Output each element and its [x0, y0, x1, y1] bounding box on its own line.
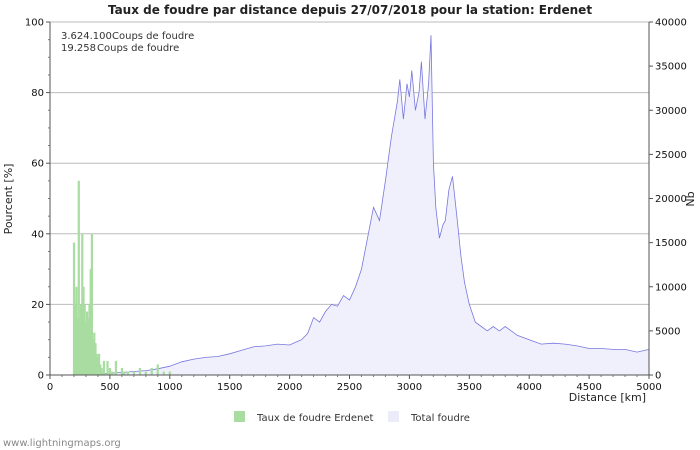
- bar: [106, 360, 109, 375]
- chart: 0 500 1000 1500 2000 2500 3000 3500 4000 4500 5000…: [2, 3, 697, 449]
- chart-title: Taux de foudre par distance depuis 27/07…: [108, 3, 592, 17]
- y2-tick-label: 20000: [655, 194, 687, 205]
- y2-tick-label: 40000: [655, 18, 687, 29]
- y2-tick-label: 25000: [655, 150, 687, 161]
- stat-total-label: Coups de foudre: [112, 31, 194, 42]
- y2-tick-label: 10000: [655, 282, 687, 293]
- y-ticks: 0 20 40 60 80 100: [25, 18, 50, 382]
- x-tick-label: 1000: [157, 382, 182, 393]
- legend-label-taux: Taux de foudre Erdenet: [256, 413, 373, 424]
- stat-total-value: 3.624.100: [61, 31, 112, 42]
- bar: [168, 371, 171, 375]
- total-foudre-area: [50, 35, 650, 376]
- y-tick-label: 60: [31, 159, 44, 170]
- y2-ticks: 0 5000 10000 15000 20000 25000 30000 35000 40000: [649, 18, 687, 382]
- stats-box: 3.624.100 Coups de foudre 19.258 Coups d…: [61, 31, 194, 54]
- y-tick-label: 20: [31, 300, 44, 311]
- x-tick-label: 2500: [337, 382, 362, 393]
- x-tick-label: 3000: [397, 382, 422, 393]
- bar: [111, 371, 114, 375]
- legend: Taux de foudre Erdenet Total foudre: [234, 411, 470, 424]
- bar: [150, 367, 153, 375]
- y-tick-label: 100: [25, 18, 44, 29]
- x-tick-label: 1500: [217, 382, 242, 393]
- stat-station-value: 19.258: [61, 43, 96, 54]
- x-tick-label: 0: [47, 382, 53, 393]
- y2-tick-label: 0: [655, 371, 661, 382]
- bar: [114, 360, 117, 375]
- y-tick-label: 80: [31, 88, 44, 99]
- y2-axis-label: Nb: [684, 191, 697, 206]
- legend-label-total: Total foudre: [410, 413, 470, 424]
- bar: [123, 371, 126, 375]
- bar: [132, 371, 135, 375]
- grid: [50, 21, 649, 305]
- bar: [156, 364, 159, 375]
- x-axis-label: Distance [km]: [569, 391, 646, 404]
- bar: [138, 367, 141, 375]
- bar: [120, 367, 123, 375]
- y-tick-label: 40: [31, 229, 44, 240]
- x-tick-label: 500: [100, 382, 119, 393]
- bar: [102, 360, 105, 375]
- y2-tick-label: 35000: [655, 62, 687, 73]
- y-tick-label: 0: [38, 371, 44, 382]
- bar: [126, 371, 129, 375]
- y-axis-label: Pourcent [%]: [2, 164, 15, 235]
- bar: [162, 371, 165, 375]
- legend-swatch-total: [388, 411, 399, 422]
- taux-bars: [72, 180, 171, 376]
- stat-station-label: Coups de foudre: [97, 43, 179, 54]
- footer-credit: www.lightningmaps.org: [3, 438, 121, 449]
- y2-tick-label: 5000: [655, 326, 680, 337]
- bar: [108, 367, 111, 375]
- total-foudre-fill: [50, 35, 649, 375]
- bar: [144, 371, 147, 375]
- x-tick-label: 3500: [457, 382, 482, 393]
- y2-tick-label: 30000: [655, 106, 687, 117]
- x-tick-label: 4000: [516, 382, 541, 393]
- x-tick-label: 2000: [277, 382, 302, 393]
- y2-tick-label: 15000: [655, 238, 687, 249]
- legend-swatch-taux: [234, 411, 245, 422]
